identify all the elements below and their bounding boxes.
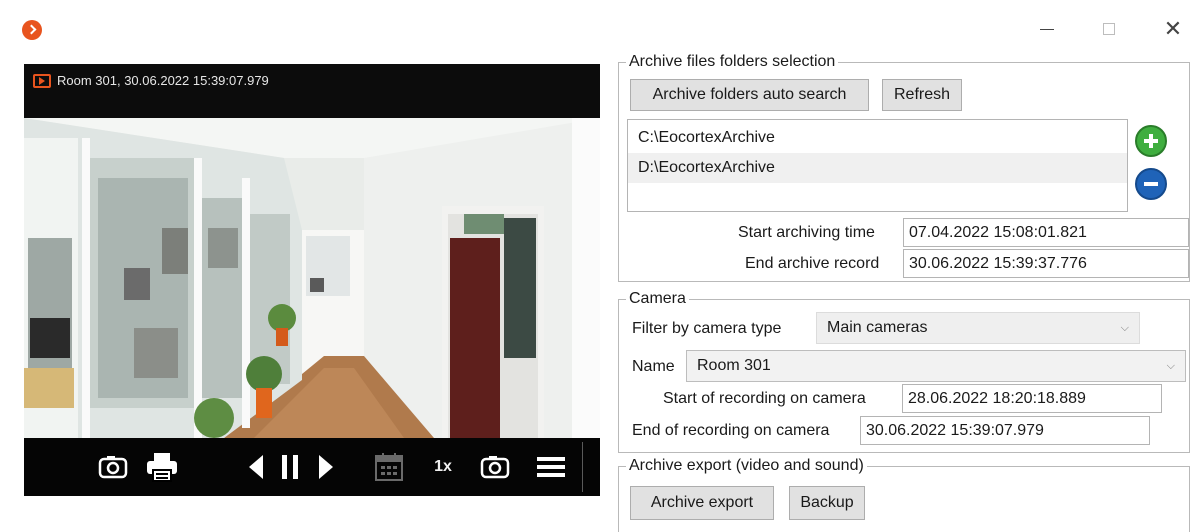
camera-name-label: Name	[632, 358, 675, 375]
controls-divider	[582, 442, 583, 492]
app-logo-icon	[22, 20, 42, 40]
camera-frame[interactable]	[24, 118, 600, 438]
calendar-button[interactable]	[372, 452, 406, 482]
backup-button[interactable]: Backup	[789, 486, 865, 520]
maximize-icon	[1103, 23, 1115, 35]
camera-name-select[interactable]: Room 301 ⌵	[686, 350, 1186, 382]
camera-type-select[interactable]: Main cameras ⌵	[816, 312, 1140, 344]
start-recording-field[interactable]: 28.06.2022 18:20:18.889	[902, 384, 1162, 413]
snapshot-icon	[480, 456, 510, 479]
snapshot-alt-button[interactable]	[478, 452, 512, 482]
menu-icon	[537, 457, 565, 477]
remove-folder-button[interactable]	[1135, 168, 1167, 200]
video-header: Room 301, 30.06.2022 15:39:07.979	[24, 64, 600, 118]
menu-button[interactable]	[534, 452, 568, 482]
plus-icon	[1144, 134, 1158, 148]
list-item[interactable]: D:\EocortexArchive	[628, 153, 1127, 183]
start-recording-label: Start of recording on camera	[663, 390, 866, 407]
maximize-button[interactable]	[1086, 12, 1132, 46]
calendar-icon	[375, 453, 403, 481]
end-recording-label: End of recording on camera	[632, 422, 830, 439]
archive-export-button[interactable]: Archive export	[630, 486, 774, 520]
start-archiving-label: Start archiving time	[738, 224, 875, 241]
camera-type-value: Main cameras	[827, 319, 928, 336]
camera-legend: Camera	[626, 289, 689, 309]
close-button[interactable]: ✕	[1150, 12, 1196, 46]
close-icon: ✕	[1163, 16, 1183, 41]
archive-play-icon	[33, 74, 51, 88]
step-forward-icon	[319, 455, 333, 479]
playback-controls: 1x	[24, 438, 600, 496]
end-archive-field[interactable]: 30.06.2022 15:39:37.776	[903, 249, 1189, 278]
start-archiving-field[interactable]: 07.04.2022 15:08:01.821	[903, 218, 1189, 247]
step-back-button[interactable]	[244, 452, 268, 482]
snapshot-icon	[98, 456, 128, 479]
refresh-button[interactable]: Refresh	[882, 79, 962, 111]
step-forward-button[interactable]	[314, 452, 338, 482]
camera-caption: Room 301, 30.06.2022 15:39:07.979	[57, 73, 269, 88]
archive-auto-search-button[interactable]: Archive folders auto search	[630, 79, 869, 111]
archive-folders-legend: Archive files folders selection	[626, 52, 839, 72]
archive-folders-list[interactable]: C:\EocortexArchive D:\EocortexArchive	[627, 119, 1128, 212]
end-recording-field[interactable]: 30.06.2022 15:39:07.979	[860, 416, 1150, 445]
add-folder-button[interactable]	[1135, 125, 1167, 157]
print-button[interactable]	[144, 452, 180, 482]
filter-camera-type-label: Filter by camera type	[632, 320, 782, 337]
list-item[interactable]: C:\EocortexArchive	[628, 123, 1127, 153]
camera-name-value: Room 301	[697, 357, 771, 374]
chevron-down-icon: ⌵	[1166, 360, 1175, 372]
minimize-button[interactable]	[1024, 12, 1070, 46]
pause-icon	[282, 455, 298, 479]
step-back-icon	[249, 455, 263, 479]
snapshot-button[interactable]	[96, 452, 130, 482]
video-player[interactable]: Room 301, 30.06.2022 15:39:07.979 1x	[24, 64, 600, 496]
pause-button[interactable]	[278, 452, 302, 482]
archive-export-legend: Archive export (video and sound)	[626, 456, 867, 476]
title-bar: ✕	[0, 0, 1200, 56]
playback-speed[interactable]: 1x	[428, 452, 458, 482]
end-archive-label: End archive record	[745, 255, 880, 272]
minus-icon	[1144, 182, 1158, 186]
minimize-icon	[1040, 28, 1054, 30]
print-icon	[147, 453, 177, 482]
chevron-down-icon: ⌵	[1120, 322, 1129, 334]
